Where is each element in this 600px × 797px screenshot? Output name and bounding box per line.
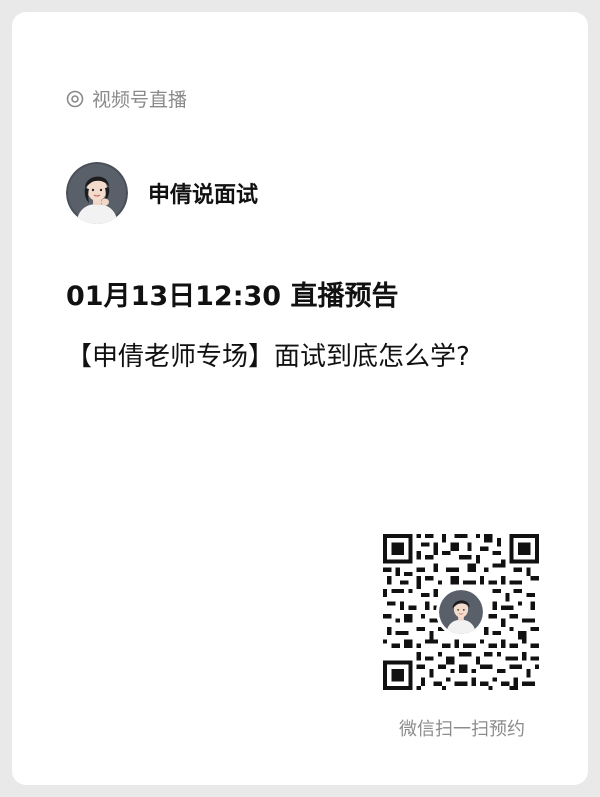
host-row[interactable]: 申倩说面试: [66, 162, 258, 224]
qr-caption: 微信扫一扫预约: [399, 719, 525, 740]
live-topic: 【申倩老师专场】面试到底怎么学?: [66, 342, 470, 372]
qr-center-avatar: [439, 590, 483, 634]
qr-code[interactable]: [383, 534, 539, 690]
channel-label: 视频号直播: [92, 89, 188, 111]
live-preview-card: 视频号直播 申倩说面试 01月13日12:30 直播预告 【申倩老师专场】面试到…: [12, 12, 588, 785]
live-circle-icon: [66, 90, 84, 108]
live-time-title: 01月13日12:30 直播预告: [66, 281, 399, 312]
host-name[interactable]: 申倩说面试: [148, 177, 258, 209]
channel-header: 视频号直播: [66, 85, 187, 112]
host-avatar[interactable]: [66, 162, 128, 224]
